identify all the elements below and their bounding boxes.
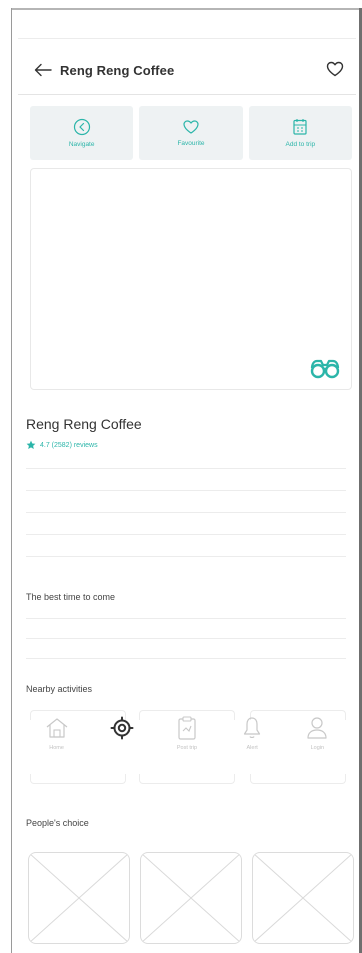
navigate-button[interactable]: Navigate bbox=[30, 106, 134, 160]
choice-card[interactable] bbox=[28, 852, 130, 944]
nav-login-label: Login bbox=[310, 745, 325, 751]
location-target-icon bbox=[110, 716, 134, 740]
nav-home-label: Home bbox=[49, 745, 64, 751]
favourite-label: Favourite bbox=[177, 140, 205, 147]
image-placeholder-icon bbox=[29, 853, 129, 943]
add-to-trip-button[interactable]: Add to trip bbox=[248, 106, 352, 160]
peoples-choice-heading: People's choice bbox=[26, 818, 89, 828]
nearby-activities-heading: Nearby activities bbox=[26, 684, 93, 694]
placeholder-line bbox=[26, 658, 346, 659]
back-button[interactable] bbox=[26, 53, 60, 87]
nearby-card-bottom bbox=[30, 774, 126, 784]
nav-alert[interactable]: Alert bbox=[227, 714, 277, 751]
binoculars-icon[interactable] bbox=[309, 357, 341, 379]
home-icon bbox=[46, 718, 67, 738]
choice-card[interactable] bbox=[140, 852, 242, 944]
heart-icon bbox=[183, 120, 199, 134]
rating-text: 4.7 (2582) reviews bbox=[40, 441, 98, 449]
bell-icon bbox=[244, 717, 261, 739]
action-bar: Navigate Favourite Add to trip bbox=[30, 106, 352, 160]
nav-post-trip[interactable]: Post trip bbox=[162, 714, 212, 751]
heart-icon bbox=[326, 61, 344, 77]
header-divider bbox=[18, 94, 356, 95]
star-icon bbox=[26, 440, 36, 449]
placeholder-line bbox=[26, 638, 346, 639]
calendar-icon bbox=[293, 119, 307, 135]
nav-login[interactable]: Login bbox=[292, 714, 342, 751]
page-title: Reng Reng Coffee bbox=[60, 62, 175, 78]
best-time-heading: The best time to come bbox=[26, 592, 116, 602]
image-placeholder-icon bbox=[253, 853, 353, 943]
place-name: Reng Reng Coffee bbox=[26, 416, 142, 432]
navigate-icon bbox=[73, 118, 90, 136]
nearby-card-bottom bbox=[139, 774, 235, 784]
placeholder-line bbox=[26, 618, 346, 619]
placeholder-line bbox=[26, 468, 346, 469]
nav-location[interactable] bbox=[97, 714, 147, 745]
frame-left-edge bbox=[11, 8, 12, 953]
placeholder-line bbox=[26, 534, 346, 535]
placeholder-line bbox=[26, 512, 346, 513]
placeholder-line bbox=[26, 490, 346, 491]
placeholder-line bbox=[26, 556, 346, 557]
choice-card[interactable] bbox=[252, 852, 354, 944]
place-image[interactable] bbox=[30, 168, 352, 390]
peoples-choice-list bbox=[28, 852, 354, 944]
app-header: Reng Reng Coffee bbox=[18, 48, 356, 92]
bottom-navigation: Home Post trip Alert Login bbox=[18, 714, 356, 772]
screen: Reng Reng Coffee Navigate Favourite Add … bbox=[18, 12, 356, 953]
rating[interactable]: 4.7 (2582) reviews bbox=[26, 440, 98, 450]
user-icon bbox=[307, 717, 327, 739]
favourite-button[interactable]: Favourite bbox=[139, 106, 243, 160]
nearby-card-bottom bbox=[250, 774, 346, 784]
add-to-trip-label: Add to trip bbox=[285, 141, 316, 148]
nav-post-trip-label: Post trip bbox=[176, 745, 198, 751]
nav-alert-label: Alert bbox=[246, 745, 258, 751]
favourite-header-button[interactable] bbox=[320, 54, 350, 84]
frame-top-edge bbox=[11, 8, 362, 10]
image-placeholder-icon bbox=[141, 853, 241, 943]
nav-home[interactable]: Home bbox=[32, 714, 82, 751]
status-bar-divider bbox=[18, 38, 356, 39]
navigate-label: Navigate bbox=[68, 141, 95, 148]
back-arrow-icon bbox=[34, 63, 52, 77]
clipboard-icon bbox=[178, 716, 196, 740]
